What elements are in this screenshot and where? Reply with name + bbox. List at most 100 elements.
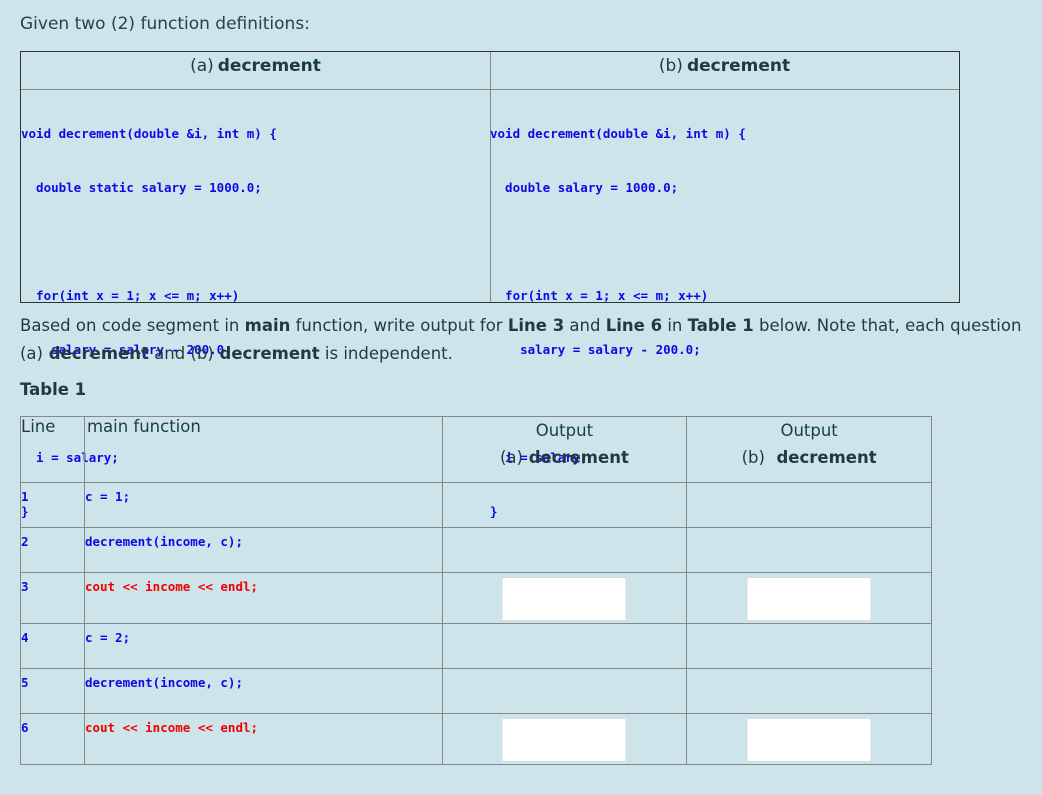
- instruction-bold: decrement: [213, 344, 320, 363]
- instruction-text: below. Note that, each question: [753, 316, 1022, 335]
- output-a-cell: [441, 713, 688, 765]
- header-output-a-name: decrement: [522, 448, 629, 467]
- answer-box-line6-a[interactable]: [501, 718, 627, 762]
- output-b-cell: [686, 668, 932, 714]
- instruction-text: is independent.: [319, 344, 453, 363]
- code-line: void decrement(double &i, int m) {: [490, 126, 746, 141]
- instruction-bold: Table 1: [687, 316, 754, 335]
- line-number: 3: [20, 572, 85, 624]
- line-number: 1: [20, 482, 85, 528]
- line-number-text: 5: [21, 675, 29, 690]
- main-code: cout << income << endl;: [83, 572, 443, 624]
- header-output-b-name: decrement: [764, 448, 877, 467]
- code-line: for(int x = 1; x <= m; x++): [21, 288, 240, 303]
- output-b-cell: [686, 527, 932, 573]
- main-code: cout << income << endl;: [83, 713, 443, 765]
- table-caption: Table 1: [20, 380, 87, 399]
- answer-box-line6-b[interactable]: [746, 718, 872, 762]
- main-code-text: cout << income << endl;: [84, 579, 259, 594]
- output-a-cell: [441, 572, 688, 624]
- header-output-a-title: Output: [535, 421, 594, 440]
- header-output-a-subtitle: (a) decrement: [443, 444, 687, 471]
- answer-box-line3-a[interactable]: [501, 577, 627, 621]
- code-line: double salary = 1000.0;: [490, 180, 679, 195]
- header-output-b-subtitle: (b) decrement: [687, 444, 931, 471]
- header-main-function: main function: [83, 416, 443, 483]
- table-row: 3 cout << income << endl;: [20, 572, 932, 624]
- table-row: 5 decrement(income, c);: [20, 668, 932, 714]
- definition-a: (a) decrement void decrement(double &i, i…: [21, 52, 491, 519]
- instruction-text: (a): [20, 344, 43, 363]
- header-output-b: Output (b) decrement: [686, 416, 932, 483]
- line-number-text: 6: [21, 720, 29, 735]
- table-row: 4 c = 2;: [20, 623, 932, 669]
- definition-a-name: decrement: [217, 56, 321, 76]
- answer-input-line6-a[interactable]: [502, 719, 626, 761]
- instruction-text: in: [662, 316, 688, 335]
- instruction-bold: Line 3: [507, 316, 565, 335]
- header-line-label: Line: [21, 417, 56, 436]
- main-code-text: decrement(income, c);: [84, 534, 243, 549]
- main-code: decrement(income, c);: [83, 527, 443, 573]
- definition-b-name: decrement: [686, 56, 791, 76]
- instruction-bold: Line 6: [605, 316, 663, 335]
- definitions-table: (a) decrement void decrement(double &i, i…: [20, 51, 960, 519]
- code-line: for(int x = 1; x <= m; x++): [490, 288, 709, 303]
- main-code-text: decrement(income, c);: [84, 675, 243, 690]
- instruction-text: Based on code segment in: [20, 316, 245, 335]
- answer-box-line3-b[interactable]: [746, 577, 872, 621]
- main-code: c = 2;: [83, 623, 443, 669]
- instruction-paragraph: Based on code segment in main function, …: [20, 312, 1030, 368]
- output-b-cell: [686, 623, 932, 669]
- answer-input-line3-a[interactable]: [502, 578, 626, 620]
- output-table: Line main function Output (a) decrement …: [20, 416, 932, 765]
- header-line: Line: [20, 416, 85, 483]
- table-header-row: Line main function Output (a) decrement …: [20, 416, 932, 483]
- instruction-bold: decrement: [43, 344, 149, 363]
- instruction-text: function, write output for: [290, 316, 508, 335]
- line-number: 4: [20, 623, 85, 669]
- definition-b: (b) decrement void decrement(double &i, i…: [490, 52, 959, 519]
- line-number: 6: [20, 713, 85, 765]
- instruction-bold: main: [244, 316, 291, 335]
- line-number-text: 2: [21, 534, 29, 549]
- answer-input-line3-b[interactable]: [747, 578, 871, 620]
- main-code: c = 1;: [83, 482, 443, 528]
- instruction-text: and: [148, 344, 191, 363]
- header-output-a-paren: (a): [499, 448, 523, 467]
- line-number-text: 4: [21, 630, 29, 645]
- output-a-cell: [441, 623, 688, 669]
- line-number: 2: [20, 527, 85, 573]
- header-output-a: Output (a) decrement: [441, 416, 688, 483]
- main-code-text: c = 1;: [84, 489, 131, 504]
- instruction-text: (b): [190, 344, 214, 363]
- main-code: decrement(income, c);: [83, 668, 443, 714]
- code-line: double static salary = 1000.0;: [21, 180, 262, 195]
- output-a-cell: [441, 668, 688, 714]
- instruction-text: and: [564, 316, 606, 335]
- output-b-cell: [686, 482, 932, 528]
- main-code-text: c = 2;: [84, 630, 131, 645]
- header-output-b-title: Output: [780, 421, 838, 440]
- definition-a-header: (a) decrement: [21, 52, 490, 90]
- header-output-b-paren: (b): [741, 448, 765, 467]
- line-number-text: 3: [21, 579, 29, 594]
- main-code-text: cout << income << endl;: [84, 720, 259, 735]
- definition-b-paren: (b): [658, 56, 683, 76]
- output-a-cell: [441, 527, 688, 573]
- table-row: 6 cout << income << endl;: [20, 713, 932, 765]
- answer-input-line6-b[interactable]: [747, 719, 871, 761]
- definition-a-paren: (a): [190, 56, 214, 76]
- output-a-cell: [441, 482, 688, 528]
- intro-text: Given two (2) function definitions:: [20, 14, 310, 34]
- line-number-text: 1: [21, 489, 29, 504]
- table-row: 2 decrement(income, c);: [20, 527, 932, 573]
- table-row: 1 c = 1;: [20, 482, 932, 528]
- output-b-cell: [686, 713, 932, 765]
- header-main-label: main function: [86, 417, 201, 436]
- line-number: 5: [20, 668, 85, 714]
